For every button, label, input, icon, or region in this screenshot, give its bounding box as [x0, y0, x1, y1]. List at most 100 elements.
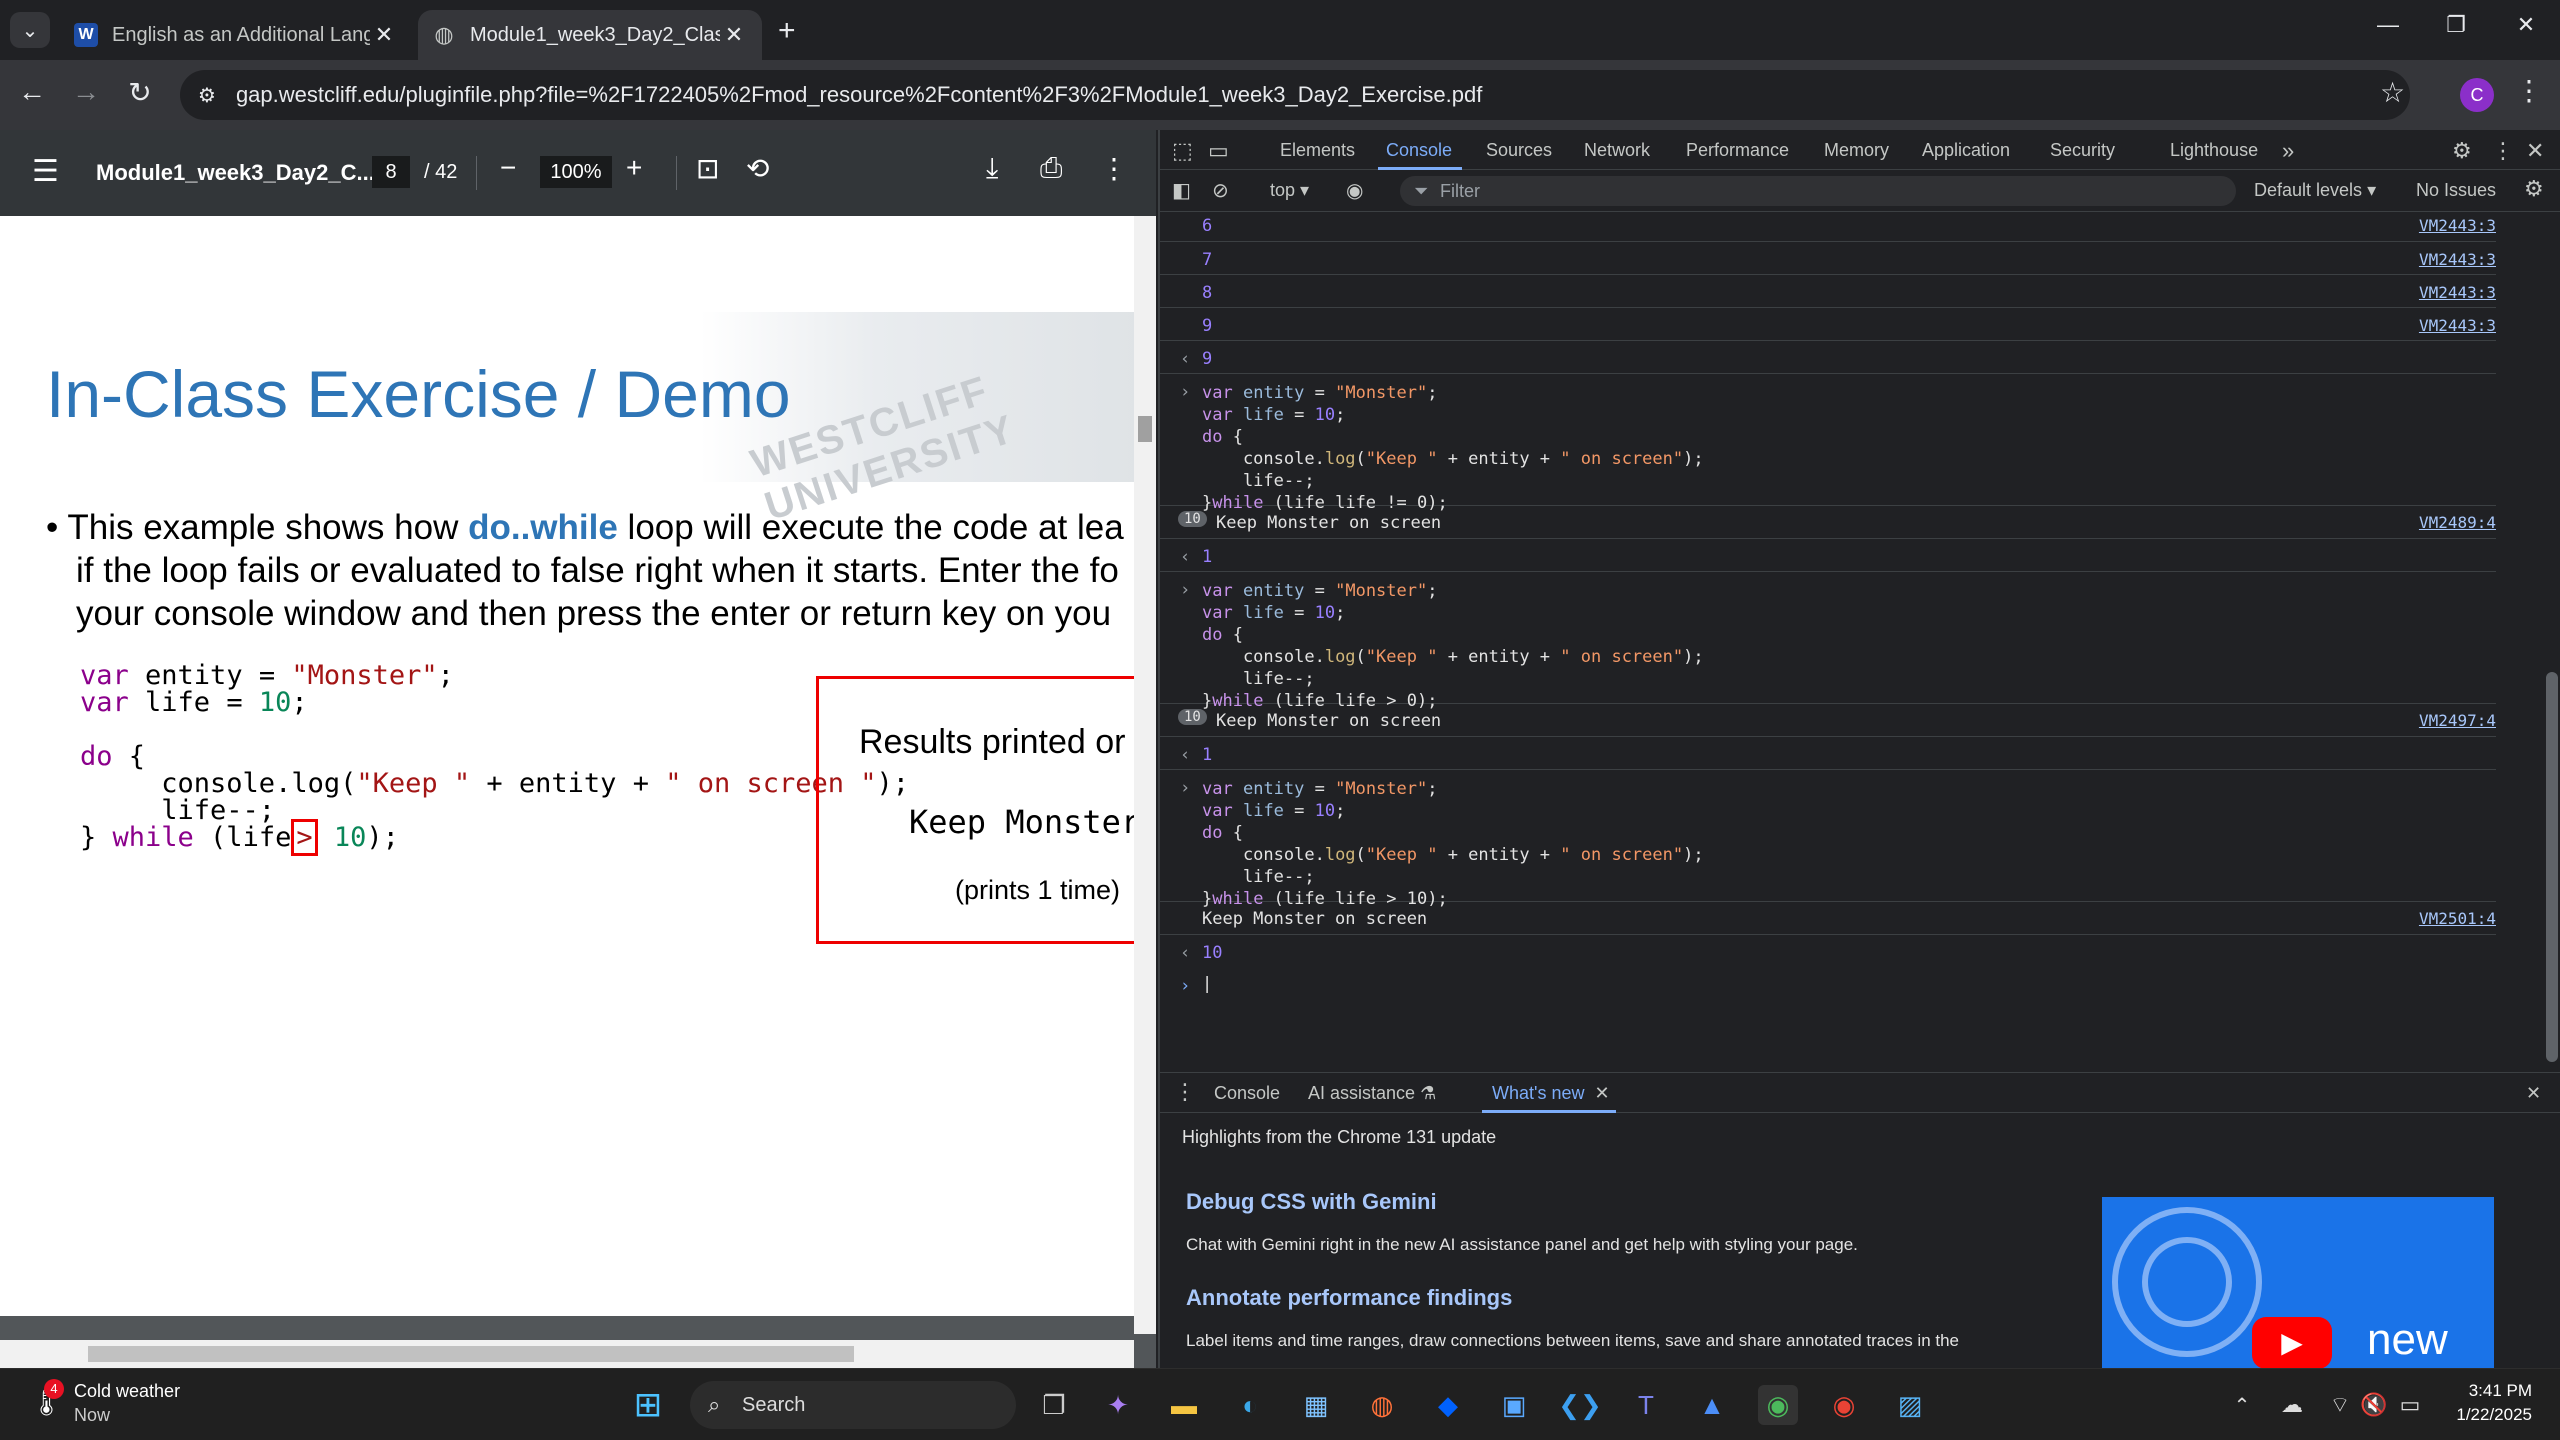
- volume-muted-icon[interactable]: 🔇: [2354, 1385, 2394, 1425]
- windows-start-icon[interactable]: ⊞: [628, 1385, 668, 1425]
- onedrive-cloud-icon[interactable]: ☁: [2272, 1385, 2312, 1425]
- restore-icon[interactable]: ❐: [2436, 12, 2476, 38]
- show-hidden-icons[interactable]: ⌃: [2222, 1385, 2262, 1425]
- promo-video-thumbnail[interactable]: ▶ new: [2102, 1197, 2494, 1369]
- source-link[interactable]: VM2489:4: [2419, 513, 2496, 532]
- close-drawer-icon[interactable]: ✕: [2526, 1083, 2541, 1104]
- zoom-out-icon[interactable]: −: [500, 152, 516, 184]
- live-expression-eye-icon[interactable]: ◉: [1346, 178, 1363, 203]
- tab-security[interactable]: Security: [2050, 140, 2115, 161]
- teams-icon[interactable]: T: [1626, 1385, 1666, 1425]
- page-number-input[interactable]: 8: [372, 156, 410, 188]
- file-explorer-icon[interactable]: ▬: [1164, 1385, 1204, 1425]
- youtube-play-icon[interactable]: ▶: [2252, 1317, 2332, 1369]
- inspect-element-icon[interactable]: ⬚: [1172, 138, 1193, 164]
- pdf-more-icon[interactable]: ⋮: [1100, 152, 1128, 185]
- sidebar-toggle-icon[interactable]: ◧: [1172, 178, 1191, 203]
- console-settings-icon[interactable]: ⚙: [2524, 176, 2544, 202]
- app-icon[interactable]: ▣: [1494, 1385, 1534, 1425]
- drawer-menu-icon[interactable]: ⋮: [1174, 1079, 1196, 1105]
- context-selector[interactable]: top ▾: [1270, 180, 1309, 201]
- tab-console[interactable]: Console: [1386, 140, 1452, 161]
- profile-avatar[interactable]: C: [2460, 78, 2494, 112]
- log-levels-dropdown[interactable]: Default levels ▾: [2254, 180, 2376, 201]
- devtools-menu-icon[interactable]: ⋮: [2492, 138, 2514, 164]
- store-icon[interactable]: ▦: [1296, 1385, 1336, 1425]
- rotate-icon[interactable]: ⟲: [746, 152, 769, 185]
- tab-english[interactable]: W English as an Additional Langua ✕: [60, 10, 412, 60]
- download-icon[interactable]: ⤓: [986, 152, 998, 185]
- close-tab-icon[interactable]: ✕: [370, 22, 398, 48]
- dropbox-icon[interactable]: ◆: [1428, 1385, 1468, 1425]
- device-toolbar-icon[interactable]: ▭: [1208, 138, 1229, 164]
- battery-icon[interactable]: ▭: [2390, 1385, 2430, 1425]
- scroll-thumb[interactable]: [1138, 416, 1152, 442]
- zoom-level-input[interactable]: 100%: [540, 156, 612, 188]
- address-bar[interactable]: ⚙ gap.westcliff.edu/pluginfile.php?file=…: [180, 70, 2410, 120]
- copilot-icon[interactable]: ✦: [1098, 1385, 1138, 1425]
- bookmark-star-icon[interactable]: ☆: [2380, 76, 2405, 109]
- filter-input[interactable]: ⏷ Filter: [1400, 176, 2236, 206]
- tab-elements[interactable]: Elements: [1280, 140, 1355, 161]
- clear-console-icon[interactable]: ⊘: [1212, 178, 1229, 203]
- source-link[interactable]: VM2443:3: [2419, 316, 2496, 335]
- minimize-icon[interactable]: —: [2368, 12, 2408, 38]
- close-devtools-icon[interactable]: ✕: [2526, 138, 2544, 164]
- drawer-tab-console[interactable]: Console: [1214, 1083, 1280, 1104]
- tab-search-button[interactable]: ⌄: [10, 12, 50, 48]
- tab-lighthouse[interactable]: Lighthouse: [2170, 140, 2258, 161]
- scroll-thumb[interactable]: [88, 1346, 854, 1362]
- fit-page-icon[interactable]: ⊡: [696, 152, 719, 185]
- forward-icon[interactable]: →: [66, 76, 106, 108]
- log-value: 9: [1202, 316, 1213, 336]
- source-link[interactable]: VM2443:3: [2419, 283, 2496, 302]
- firefox-icon[interactable]: ◍: [1362, 1385, 1402, 1425]
- log-value: 8: [1202, 283, 1213, 303]
- hamburger-menu-icon[interactable]: ☰: [32, 154, 59, 189]
- bullet-text-line2: if the loop fails or evaluated to false …: [76, 551, 1119, 590]
- pdf-horizontal-scrollbar[interactable]: [0, 1340, 1134, 1368]
- source-link[interactable]: VM2501:4: [2419, 909, 2496, 928]
- zoom-in-icon[interactable]: +: [626, 152, 642, 184]
- source-link[interactable]: VM2443:3: [2419, 250, 2496, 269]
- tab-sources[interactable]: Sources: [1486, 140, 1552, 161]
- pdf-toolbar: ☰ Module1_week3_Day2_C... 8 / 42 − 100% …: [0, 130, 1156, 216]
- issues-button[interactable]: No Issues: [2416, 180, 2496, 201]
- feature-title[interactable]: Annotate performance findings: [1186, 1285, 1512, 1311]
- taskbar-search[interactable]: ⌕ Search: [690, 1381, 1016, 1429]
- remote-desktop-icon[interactable]: ▲: [1692, 1385, 1732, 1425]
- tab-memory[interactable]: Memory: [1824, 140, 1889, 161]
- print-icon[interactable]: ⎙: [1040, 152, 1062, 185]
- tab-network[interactable]: Network: [1584, 140, 1650, 161]
- drawer-tab-whats-new[interactable]: What's new ✕: [1492, 1083, 1610, 1104]
- close-tab-icon[interactable]: ✕: [720, 22, 748, 48]
- close-window-icon[interactable]: ✕: [2506, 12, 2546, 38]
- feature-title[interactable]: Debug CSS with Gemini: [1186, 1189, 1437, 1215]
- photos-icon[interactable]: ▨: [1890, 1385, 1930, 1425]
- chrome-icon[interactable]: ◉: [1824, 1385, 1864, 1425]
- source-link[interactable]: VM2443:3: [2419, 216, 2496, 235]
- close-tab-icon[interactable]: ✕: [1595, 1083, 1610, 1103]
- browser-menu-icon[interactable]: ⋮: [2515, 74, 2543, 107]
- back-icon[interactable]: ←: [12, 76, 52, 108]
- tab-module-pdf[interactable]: ◍ Module1_week3_Day2_ClassMe ✕: [418, 10, 762, 60]
- reload-icon[interactable]: ↻: [120, 76, 160, 109]
- drawer-tab-ai-assistance[interactable]: AI assistance ⚗: [1308, 1083, 1436, 1104]
- console-prompt[interactable]: › |: [1160, 968, 2496, 1004]
- scroll-thumb[interactable]: [2546, 672, 2558, 1062]
- clock[interactable]: 3:41 PM 1/22/2025: [2432, 1379, 2532, 1427]
- more-tabs-icon[interactable]: »: [2282, 138, 2294, 164]
- tab-application[interactable]: Application: [1922, 140, 2010, 161]
- chrome-profile-icon[interactable]: ◉: [1758, 1385, 1798, 1425]
- tab-performance[interactable]: Performance: [1686, 140, 1789, 161]
- task-view-icon[interactable]: ❐: [1034, 1385, 1074, 1425]
- source-link[interactable]: VM2497:4: [2419, 711, 2496, 730]
- console-scrollbar[interactable]: [2540, 212, 2560, 1072]
- edge-icon[interactable]: ◐: [1230, 1385, 1270, 1425]
- new-tab-button[interactable]: +: [778, 14, 796, 48]
- settings-gear-icon[interactable]: ⚙: [2452, 138, 2472, 164]
- return-line: ‹ 1: [1160, 539, 2496, 572]
- vscode-icon[interactable]: ❮❯: [1558, 1385, 1602, 1425]
- site-settings-icon[interactable]: ⚙: [198, 83, 216, 108]
- pdf-vertical-scrollbar[interactable]: [1134, 216, 1156, 1334]
